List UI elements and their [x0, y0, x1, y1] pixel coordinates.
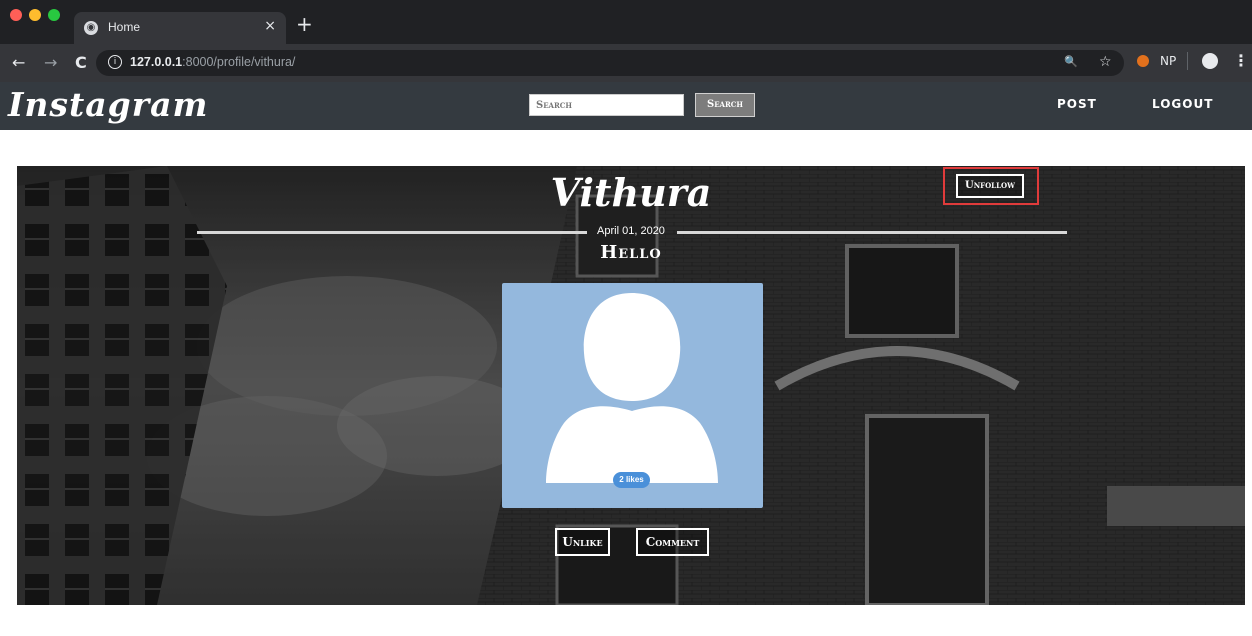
- minimize-window-dot[interactable]: [29, 9, 41, 21]
- brand-logo[interactable]: Instagram: [8, 85, 208, 124]
- profile-hero: Vithura Unfollow April 01, 2020 Hello 2 …: [17, 166, 1245, 605]
- info-icon[interactable]: i: [108, 55, 122, 69]
- address-bar[interactable]: i 127.0.0.1:8000/profile/vithura/ 🔍 ☆: [96, 50, 1124, 76]
- nav-post-link[interactable]: POST: [1057, 97, 1097, 111]
- new-tab-icon[interactable]: +: [296, 14, 313, 34]
- comment-button[interactable]: Comment: [636, 528, 709, 556]
- unlike-button[interactable]: Unlike: [555, 528, 610, 556]
- back-arrow-icon[interactable]: ←: [12, 53, 25, 72]
- globe-icon: ◉: [84, 21, 98, 35]
- zoom-icon[interactable]: 🔍: [1064, 55, 1078, 68]
- account-icon[interactable]: [1202, 53, 1218, 69]
- url-text[interactable]: 127.0.0.1:8000/profile/vithura/: [130, 55, 295, 69]
- site-navbar: Instagram Search POST LOGOUT: [0, 82, 1252, 130]
- tab-close-icon[interactable]: ×: [264, 18, 276, 34]
- browser-tab-home[interactable]: ◉ Home ×: [74, 12, 286, 44]
- star-icon[interactable]: ☆: [1099, 54, 1112, 70]
- search-input[interactable]: [529, 94, 684, 116]
- search-button[interactable]: Search: [695, 93, 755, 117]
- profile-name-heading: Vithura: [550, 170, 712, 215]
- forward-arrow-icon[interactable]: →: [44, 53, 57, 72]
- post-date: April 01, 2020: [597, 225, 665, 237]
- likes-badge: 2 likes: [613, 472, 650, 488]
- browser-toolbar: ← → C i 127.0.0.1:8000/profile/vithura/ …: [0, 44, 1252, 82]
- extension-icon[interactable]: [1137, 55, 1149, 67]
- browser-menu-icon[interactable]: ⋮: [1233, 51, 1249, 70]
- nav-logout-link[interactable]: LOGOUT: [1152, 97, 1213, 111]
- post-image[interactable]: 2 likes: [502, 283, 763, 508]
- tab-title: Home: [108, 20, 141, 34]
- post-title: Hello: [600, 242, 662, 263]
- close-window-dot[interactable]: [10, 9, 22, 21]
- unfollow-button[interactable]: Unfollow: [956, 174, 1024, 198]
- reload-icon[interactable]: C: [75, 53, 87, 72]
- maximize-window-dot[interactable]: [48, 9, 60, 21]
- browser-tab-strip: ◉ Home × +: [0, 0, 1252, 44]
- toolbar-divider: [1187, 52, 1188, 70]
- np-extension-icon[interactable]: NP: [1160, 54, 1176, 68]
